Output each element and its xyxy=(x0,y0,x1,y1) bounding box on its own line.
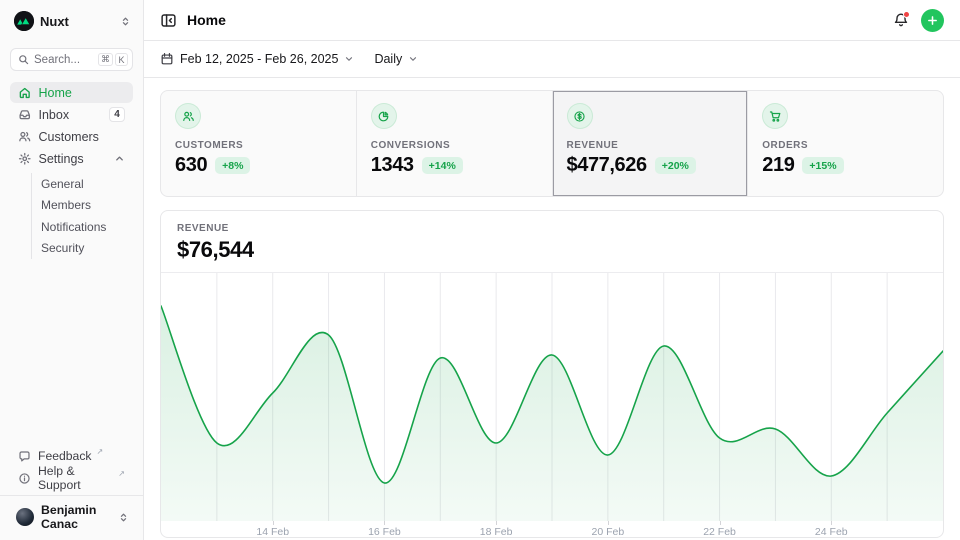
filter-toolbar: Feb 12, 2025 - Feb 26, 2025 Daily xyxy=(144,41,960,78)
users-icon xyxy=(175,103,201,129)
sidebar: Nuxt Search... ⌘K Home In xyxy=(0,0,144,540)
sidebar-item-customers[interactable]: Customers xyxy=(10,126,133,147)
x-axis-label: 20 Feb xyxy=(591,526,624,538)
stat-card-orders[interactable]: ORDERS 219 +15% xyxy=(748,91,943,196)
calendar-icon xyxy=(160,52,174,66)
chevron-down-icon xyxy=(344,54,354,64)
inbox-count-badge: 4 xyxy=(109,107,125,122)
sidebar-item-general[interactable]: General xyxy=(32,173,133,195)
external-link-icon: ↗ xyxy=(97,447,104,456)
stat-delta-badge: +14% xyxy=(422,157,463,174)
page-title: Home xyxy=(187,12,226,28)
info-circle-icon xyxy=(18,472,31,485)
sidebar-item-settings[interactable]: Settings xyxy=(10,148,133,169)
circle-dollar-icon xyxy=(567,103,593,129)
nuxt-logo-icon xyxy=(14,11,34,31)
sidebar-item-members[interactable]: Members xyxy=(32,195,133,217)
help-support-link[interactable]: Help & Support ↗ xyxy=(10,467,133,489)
footer-link-label: Feedback xyxy=(38,449,92,463)
panel-collapse-icon xyxy=(160,12,177,29)
main-panel: Home Fe xyxy=(144,0,960,540)
sidebar-nav: Home Inbox 4 Customers Settings xyxy=(10,82,133,259)
stat-delta-badge: +8% xyxy=(215,157,250,174)
sidebar-item-label: Settings xyxy=(39,152,84,166)
stat-delta-badge: +15% xyxy=(802,157,843,174)
chevron-up-icon xyxy=(114,153,125,164)
message-bubble-icon xyxy=(18,450,31,463)
sidebar-item-home[interactable]: Home xyxy=(10,82,133,103)
settings-subnav: General Members Notifications Security xyxy=(31,173,133,259)
search-placeholder: Search... xyxy=(34,54,93,66)
chevron-updown-icon xyxy=(120,16,131,27)
x-axis-label: 24 Feb xyxy=(815,526,848,538)
user-name: Benjamin Canac xyxy=(41,503,111,531)
x-axis-tick xyxy=(608,521,609,525)
notification-dot xyxy=(903,11,910,18)
stat-card-customers[interactable]: CUSTOMERS 630 +8% xyxy=(161,91,356,196)
plus-icon xyxy=(926,14,939,27)
notifications-button[interactable] xyxy=(893,12,909,28)
sidebar-item-inbox[interactable]: Inbox 4 xyxy=(10,104,133,125)
x-axis-tick xyxy=(496,521,497,525)
x-axis-tick xyxy=(831,521,832,525)
app-window: Nuxt Search... ⌘K Home In xyxy=(0,0,960,540)
users-icon xyxy=(18,130,32,144)
search-shortcut: ⌘K xyxy=(98,53,128,66)
footer-link-label: Help & Support xyxy=(38,464,113,492)
collapse-sidebar-button[interactable] xyxy=(160,12,177,29)
workspace-switcher[interactable]: Nuxt xyxy=(10,10,133,32)
stat-card-revenue[interactable]: REVENUE $477,626 +20% xyxy=(553,91,748,196)
x-axis-tick xyxy=(720,521,721,525)
stat-value: 630 xyxy=(175,154,207,177)
chart-metric-value: $76,544 xyxy=(177,237,927,263)
cart-icon xyxy=(762,103,788,129)
x-axis-tick xyxy=(384,521,385,525)
stat-value: 219 xyxy=(762,154,794,177)
search-input[interactable]: Search... ⌘K xyxy=(10,48,133,71)
stat-label: ORDERS xyxy=(762,140,929,151)
external-link-icon: ↗ xyxy=(118,469,125,478)
stat-card-conversions[interactable]: CONVERSIONS 1343 +14% xyxy=(357,91,552,196)
gear-icon xyxy=(18,152,32,166)
sidebar-item-label: Home xyxy=(39,86,72,100)
x-axis-tick xyxy=(273,521,274,525)
chevron-updown-icon xyxy=(118,512,129,523)
stat-label: REVENUE xyxy=(567,140,734,151)
x-axis-label: 18 Feb xyxy=(480,526,513,538)
sidebar-item-label: Customers xyxy=(39,130,99,144)
content: CUSTOMERS 630 +8% CONVERSIONS 1343 +14% xyxy=(144,78,960,538)
date-range-picker[interactable]: Feb 12, 2025 - Feb 26, 2025 xyxy=(160,52,354,66)
new-item-button[interactable] xyxy=(921,9,944,32)
chart-pie-icon xyxy=(371,103,397,129)
chart-header: REVENUE $76,544 xyxy=(161,211,943,273)
stat-value: $477,626 xyxy=(567,154,647,177)
chart-metric-label: REVENUE xyxy=(177,223,927,234)
revenue-area-chart[interactable] xyxy=(161,273,943,521)
x-axis: 14 Feb 16 Feb 18 Feb 20 Feb 22 Feb 24 Feb xyxy=(161,521,943,538)
topbar: Home xyxy=(144,0,960,41)
user-menu[interactable]: Benjamin Canac xyxy=(10,496,133,540)
sidebar-item-notifications[interactable]: Notifications xyxy=(32,216,133,238)
period-select[interactable]: Daily xyxy=(374,52,418,66)
chevron-down-icon xyxy=(408,54,418,64)
stat-value: 1343 xyxy=(371,154,414,177)
inbox-icon xyxy=(18,108,32,122)
sidebar-item-label: Inbox xyxy=(39,108,70,122)
stat-label: CONVERSIONS xyxy=(371,140,538,151)
stats-grid: CUSTOMERS 630 +8% CONVERSIONS 1343 +14% xyxy=(160,90,944,197)
period-value: Daily xyxy=(374,52,402,66)
x-axis-label: 22 Feb xyxy=(703,526,736,538)
stat-label: CUSTOMERS xyxy=(175,140,342,151)
search-icon xyxy=(18,54,29,65)
x-axis-label: 14 Feb xyxy=(256,526,289,538)
x-axis-label: 16 Feb xyxy=(368,526,401,538)
sidebar-footer: Feedback ↗ Help & Support ↗ Benjamin Can… xyxy=(10,445,133,540)
stat-delta-badge: +20% xyxy=(655,157,696,174)
revenue-chart-card: REVENUE $76,544 14 Feb 16 Feb 18 Feb 20 Feb… xyxy=(160,210,944,538)
avatar xyxy=(16,508,34,526)
home-icon xyxy=(18,86,32,100)
brand-name: Nuxt xyxy=(40,14,69,29)
sidebar-item-security[interactable]: Security xyxy=(32,238,133,260)
date-range-value: Feb 12, 2025 - Feb 26, 2025 xyxy=(180,52,338,66)
